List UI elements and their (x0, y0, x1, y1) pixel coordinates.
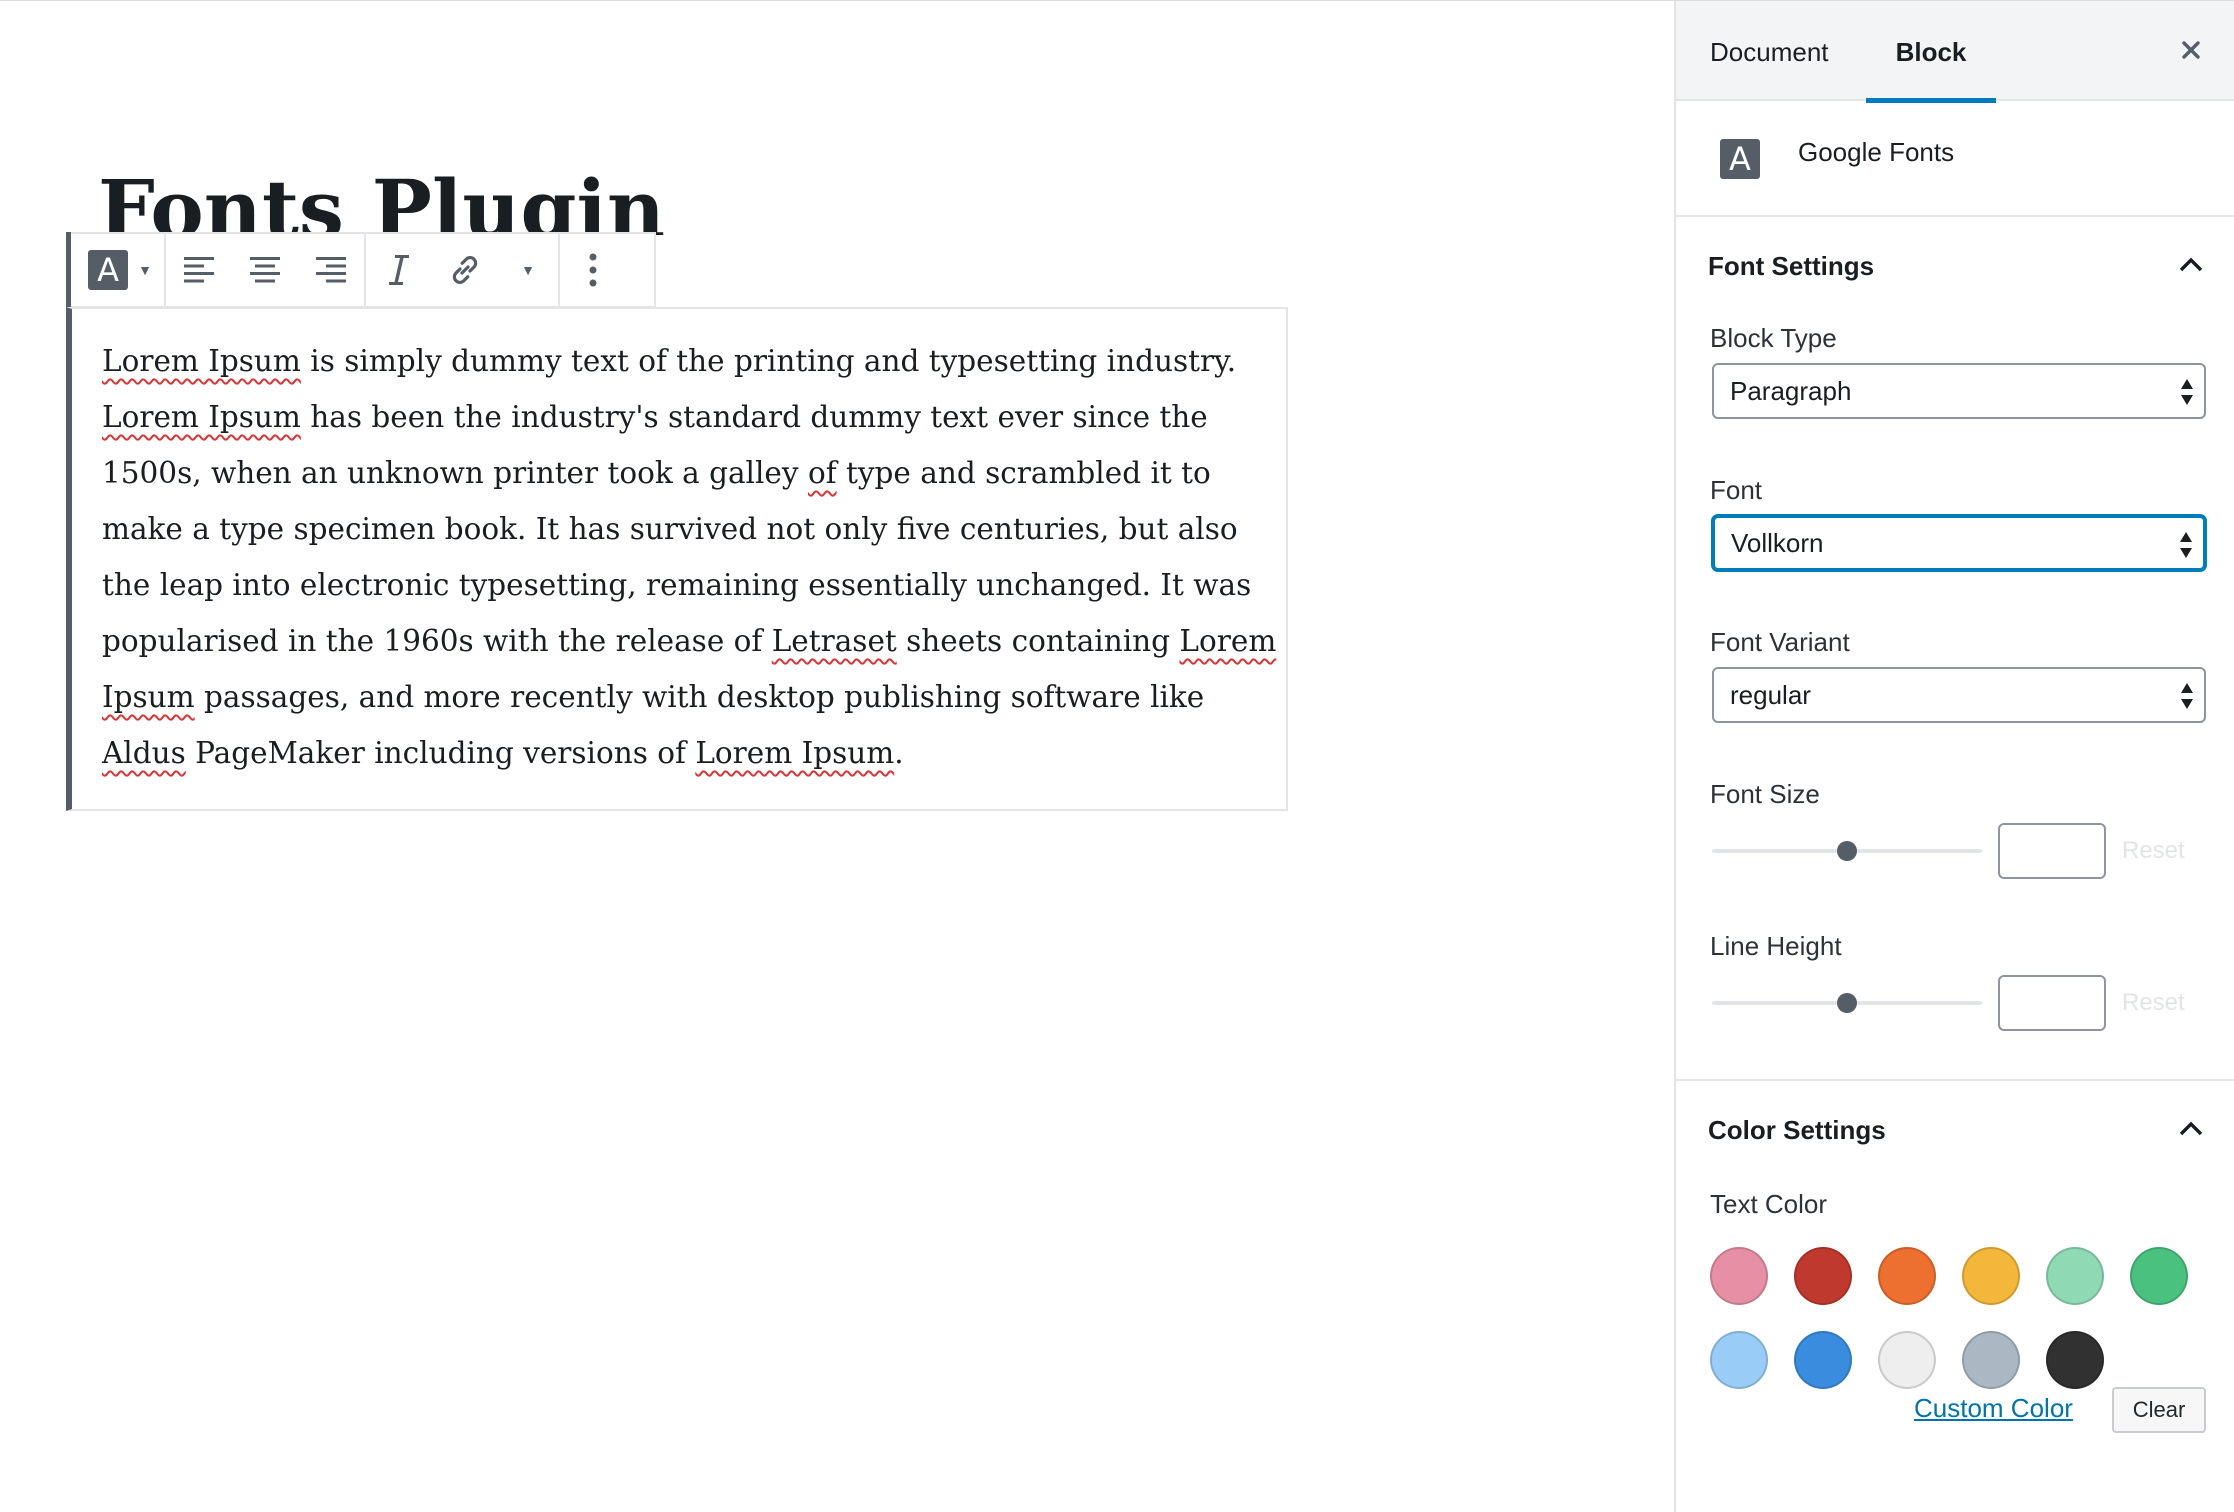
paragraph-segment: is simply dummy text of the printing and… (300, 344, 1237, 378)
line-height-reset-button[interactable]: Reset (2122, 989, 2185, 1017)
color-swatch[interactable] (1710, 1331, 1768, 1389)
paragraph-block[interactable]: Lorem Ipsum is simply dummy text of the … (66, 307, 1288, 811)
block-type-label: Block Type (1710, 323, 1837, 353)
align-left-button[interactable] (166, 234, 232, 306)
tab-document[interactable]: Document (1710, 1, 1829, 101)
more-formatting-button[interactable]: ▼ (498, 234, 558, 306)
font-size-reset-button[interactable]: Reset (2122, 837, 2185, 865)
font-size-slider[interactable] (1712, 841, 1982, 861)
line-height-slider[interactable] (1712, 993, 1982, 1013)
chevron-up-icon (2179, 257, 2203, 272)
font-variant-label: Font Variant (1710, 627, 1850, 657)
custom-color-link[interactable]: Custom Color (1914, 1393, 2073, 1424)
link-button[interactable] (432, 234, 498, 306)
misspelled-word: Lorem Ipsum (695, 736, 895, 770)
clear-color-button[interactable]: Clear (2112, 1387, 2206, 1433)
paragraph-text[interactable]: Lorem Ipsum is simply dummy text of the … (102, 333, 1284, 781)
google-fonts-icon: A (88, 250, 129, 290)
color-swatch[interactable] (1794, 1247, 1852, 1305)
settings-sidebar: Document Block A Google Fonts Font Setti… (1674, 1, 2234, 1512)
block-switcher-button[interactable]: A ▼ (68, 234, 164, 306)
block-type-select[interactable]: Paragraph (1712, 363, 2206, 419)
paragraph-segment: . (894, 736, 904, 770)
select-arrows-icon (2180, 532, 2192, 558)
caret-down-icon: ▼ (138, 262, 152, 278)
block-toolbar: A ▼ ▼ (66, 232, 656, 310)
font-settings-toggle[interactable]: Font Settings (1676, 217, 2234, 311)
font-select[interactable]: Vollkorn (1712, 515, 2206, 571)
color-swatch[interactable] (1878, 1247, 1936, 1305)
paragraph-segment: passages, and more recently with desktop… (194, 680, 1205, 714)
block-card: A Google Fonts (1676, 101, 2234, 217)
font-size-input[interactable] (1998, 823, 2106, 879)
color-swatch[interactable] (1962, 1331, 2020, 1389)
close-icon (2182, 41, 2200, 59)
select-arrows-icon (2181, 379, 2193, 405)
more-formatting-icon: ▼ (521, 262, 535, 278)
font-settings-panel: Font Settings Block Type Paragraph Font … (1676, 217, 2234, 1081)
block-card-title: Google Fonts (1798, 137, 1955, 167)
more-options-icon (589, 253, 597, 287)
font-size-label: Font Size (1710, 779, 1820, 809)
color-settings-toggle[interactable]: Color Settings (1676, 1081, 2234, 1175)
align-right-button[interactable] (298, 234, 364, 306)
font-variant-select[interactable]: regular (1712, 667, 2206, 723)
tab-block[interactable]: Block (1866, 1, 1996, 103)
color-swatch[interactable] (2046, 1331, 2104, 1389)
misspelled-word: Lorem Ipsum (102, 400, 301, 434)
select-arrows-icon (2181, 683, 2193, 709)
font-label: Font (1710, 475, 1763, 505)
block-type-value: Paragraph (1730, 376, 1852, 406)
color-swatch[interactable] (1710, 1247, 1768, 1305)
misspelled-word: Aldus (102, 736, 186, 770)
align-left-icon (184, 257, 214, 283)
align-right-icon (316, 257, 346, 283)
font-value: Vollkorn (1731, 528, 1824, 558)
color-swatch[interactable] (2130, 1247, 2188, 1305)
color-settings-panel: Color Settings Text Color Custom Color C… (1676, 1081, 2234, 1501)
editor-canvas: Fonts Plugin A ▼ ▼ Lorem Ipsum is simply… (0, 1, 1674, 1512)
text-color-label: Text Color (1710, 1189, 1828, 1219)
align-center-icon (250, 257, 280, 283)
toolbar-group-options (560, 234, 626, 306)
color-swatch[interactable] (1794, 1331, 1852, 1389)
more-options-button[interactable] (560, 234, 626, 306)
misspelled-word: of (807, 456, 837, 490)
toolbar-group-formatting: ▼ (366, 234, 560, 306)
link-icon (452, 256, 478, 284)
paragraph-segment: PageMaker including versions of (185, 736, 696, 770)
panel-title: Color Settings (1708, 1115, 1886, 1145)
font-variant-value: regular (1730, 680, 1811, 710)
color-swatch[interactable] (1962, 1247, 2020, 1305)
italic-icon (389, 255, 409, 285)
post-title[interactable]: Fonts Plugin (98, 149, 998, 235)
italic-button[interactable] (366, 234, 432, 306)
line-height-slider-thumb[interactable] (1837, 993, 1857, 1013)
line-height-label: Line Height (1710, 931, 1842, 961)
paragraph-segment: sheets containing (896, 624, 1180, 658)
panel-title: Font Settings (1708, 251, 1875, 281)
color-swatch[interactable] (1878, 1331, 1936, 1389)
misspelled-word: Lorem Ipsum (102, 344, 301, 378)
toolbar-group-alignment (166, 234, 366, 306)
google-fonts-block-icon: A (1720, 139, 1760, 179)
toolbar-group-block: A ▼ (68, 234, 166, 306)
sidebar-tabs: Document Block (1676, 1, 2234, 103)
chevron-up-icon (2179, 1121, 2203, 1136)
close-sidebar-button[interactable] (2176, 35, 2206, 65)
color-swatch[interactable] (2046, 1247, 2104, 1305)
misspelled-word: Letraset (771, 624, 897, 658)
font-size-slider-thumb[interactable] (1837, 841, 1857, 861)
line-height-input[interactable] (1998, 975, 2106, 1031)
align-center-button[interactable] (232, 234, 298, 306)
